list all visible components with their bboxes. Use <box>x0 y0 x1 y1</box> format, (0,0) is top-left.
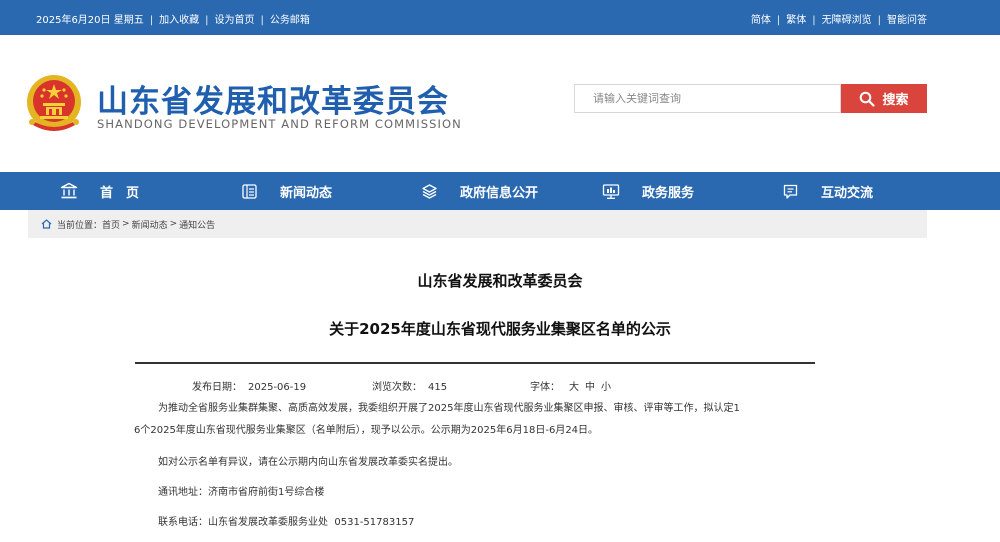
view-count: 浏览次数： 415 <box>372 378 447 393</box>
publish-date: 发布日期： 2025-06-19 <box>192 378 306 393</box>
search-button[interactable]: 搜索 <box>841 84 927 113</box>
search-button-label: 搜索 <box>882 93 909 108</box>
breadcrumb: 当前位置： 首页 > 新闻动态 > 通知公告 <box>28 210 927 238</box>
nav-item-interaction[interactable]: 互动交流 <box>782 172 873 210</box>
paragraph-line: 为推动全省服务业集群集聚、高质高效发展，我委组织开展了2025年度山东省现代服务… <box>158 403 740 414</box>
traditional-chinese-link[interactable]: 繁体 <box>786 15 806 26</box>
breadcrumb-home-link[interactable]: 首页 <box>102 218 120 231</box>
news-icon <box>242 183 257 199</box>
add-favorite-link[interactable]: 加入收藏 <box>159 15 199 26</box>
breadcrumb-notice-link[interactable]: 通知公告 <box>179 218 215 231</box>
smart-qa-link[interactable]: 智能问答 <box>887 15 927 26</box>
view-count-label: 浏览次数： <box>372 382 422 393</box>
national-emblem-icon <box>27 75 81 131</box>
publish-date-value: 2025-06-19 <box>248 382 307 393</box>
search-input[interactable] <box>574 84 841 113</box>
top-left-links: 2025年6月20日 星期五 | 加入收藏 | 设为首页 | 公务邮箱 <box>36 15 310 26</box>
breadcrumb-separator: > <box>122 219 130 229</box>
top-right-links: 简体 | 繁体 | 无障碍浏览 | 智能问答 <box>750 15 927 26</box>
nav-item-label: 政务服务 <box>642 185 695 201</box>
layers-icon <box>422 183 437 199</box>
nav-item-label: 互动交流 <box>821 185 874 201</box>
bank-icon <box>60 182 78 199</box>
font-large-button[interactable]: 大 <box>569 382 579 393</box>
nav-item-news[interactable]: 新闻动态 <box>241 172 332 210</box>
font-size-controls: 字体： 大中小 <box>530 378 614 393</box>
article-paragraph-4: 联系电话：山东省发展改革委服务业处 0531-51783157 <box>158 517 415 528</box>
set-homepage-link[interactable]: 设为首页 <box>214 15 254 26</box>
paragraph-line: 6个2025年度山东省现代服务业集聚区（名单附后），现予以公示。公示期为2025… <box>134 425 599 436</box>
breadcrumb-news-link[interactable]: 新闻动态 <box>132 218 168 231</box>
top-utility-bar: 2025年6月20日 星期五 | 加入收藏 | 设为首页 | 公务邮箱 简体 | 繁体 | 无障碍浏… <box>0 0 1000 35</box>
nav-item-label: 政府信息公开 <box>460 185 539 201</box>
nav-item-label: 首 页 <box>100 185 140 201</box>
article-paragraph-1: 为推动全省服务业集群集聚、高质高效发展，我委组织开展了2025年度山东省现代服务… <box>134 398 826 442</box>
site-header: 山东省发展和改革委员会 SHANDONG DEVELOPMENT AND REF… <box>0 35 1000 172</box>
nav-item-gov-info[interactable]: 政府信息公开 <box>421 172 538 210</box>
article-paragraph-2: 如对公示名单有异议，请在公示期内向山东省发展改革委实名提出。 <box>158 457 458 468</box>
article-paragraph-3: 通讯地址：济南市省府前街1号综合楼 <box>158 487 325 498</box>
publish-date-label: 发布日期： <box>192 382 242 393</box>
monitor-icon <box>602 183 620 199</box>
site-subtitle: SHANDONG DEVELOPMENT AND REFORM COMMISSI… <box>97 117 462 131</box>
nav-item-label: 新闻动态 <box>280 185 333 201</box>
accessible-browse-link[interactable]: 无障碍浏览 <box>822 15 872 26</box>
view-count-value: 415 <box>428 382 448 393</box>
home-icon <box>41 219 52 229</box>
font-size-label: 字体： <box>530 382 560 393</box>
main-nav: 首 页 新闻动态 政府信息公开 政务服务 互动交流 <box>0 172 1000 210</box>
font-small-button[interactable]: 小 <box>601 382 611 393</box>
breadcrumb-separator: > <box>169 219 178 229</box>
site-title: 山东省发展和改革委员会 <box>97 84 449 120</box>
title-divider <box>135 362 815 364</box>
chat-icon <box>783 184 798 199</box>
font-medium-button[interactable]: 中 <box>585 382 595 393</box>
nav-item-home[interactable]: 首 页 <box>60 172 139 210</box>
article-title: 关于2025年度山东省现代服务业集聚区名单的公示 <box>329 320 671 338</box>
search-icon <box>860 91 876 107</box>
breadcrumb-prefix: 当前位置： <box>57 220 103 231</box>
official-mail-link[interactable]: 公务邮箱 <box>270 15 310 26</box>
current-date: 2025年6月20日 星期五 <box>36 15 144 26</box>
article-org: 山东省发展和改革委员会 <box>417 272 583 290</box>
simplified-chinese-link[interactable]: 简体 <box>751 15 771 26</box>
nav-item-gov-services[interactable]: 政务服务 <box>602 172 694 210</box>
